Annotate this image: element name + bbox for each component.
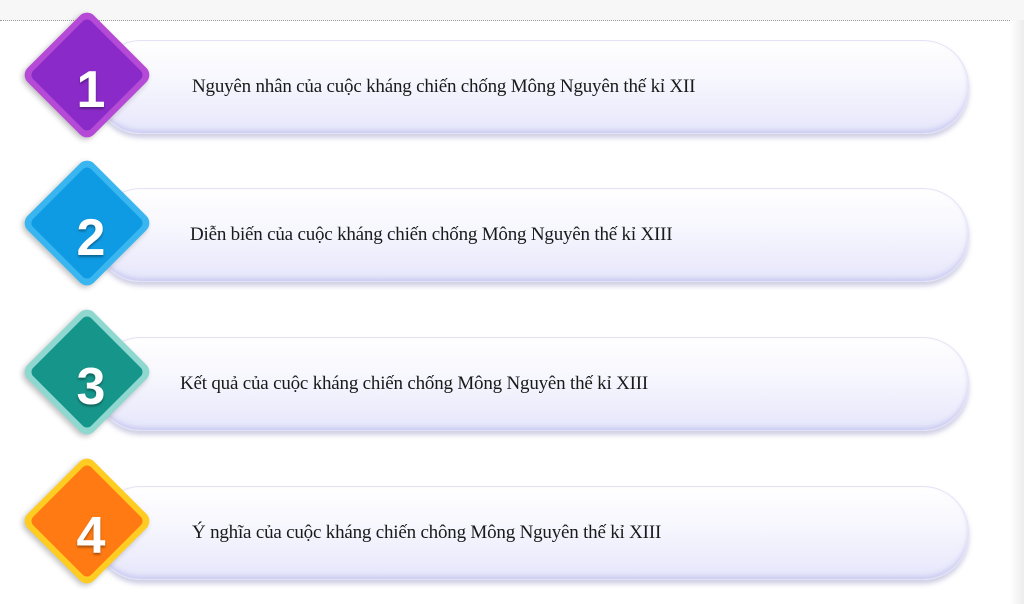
pill-4: Ý nghĩa của cuộc kháng chiến chông Mông … (95, 486, 969, 580)
pill-1: Nguyên nhân của cuộc kháng chiến chống M… (95, 40, 969, 134)
list-item-1: Nguyên nhân của cuộc kháng chiến chống M… (0, 8, 1000, 164)
pill-3: Kết quả của cuộc kháng chiến chống Mông … (95, 337, 969, 431)
pill-2: Diễn biến của cuộc kháng chiến chống Môn… (95, 188, 969, 282)
item-2-text: Diễn biến của cuộc kháng chiến chống Môn… (190, 224, 673, 245)
slide: Nguyên nhân của cuộc kháng chiến chống M… (0, 0, 1024, 604)
number-3: 3 (76, 358, 106, 416)
top-border-strip (0, 0, 1024, 21)
number-1: 1 (76, 61, 106, 119)
item-3-text: Kết quả của cuộc kháng chiến chống Mông … (180, 373, 649, 394)
list-item-3: Kết quả của cuộc kháng chiến chống Mông … (0, 305, 1000, 461)
right-edge-shadow (1010, 20, 1024, 604)
list-item-4: Ý nghĩa của cuộc kháng chiến chông Mông … (0, 454, 1000, 604)
item-4-text: Ý nghĩa của cuộc kháng chiến chông Mông … (192, 522, 662, 543)
item-1-text: Nguyên nhân của cuộc kháng chiến chống M… (192, 76, 696, 97)
number-4: 4 (76, 507, 106, 565)
list-item-2: Diễn biến của cuộc kháng chiến chống Môn… (0, 156, 1000, 312)
number-2: 2 (76, 209, 106, 267)
